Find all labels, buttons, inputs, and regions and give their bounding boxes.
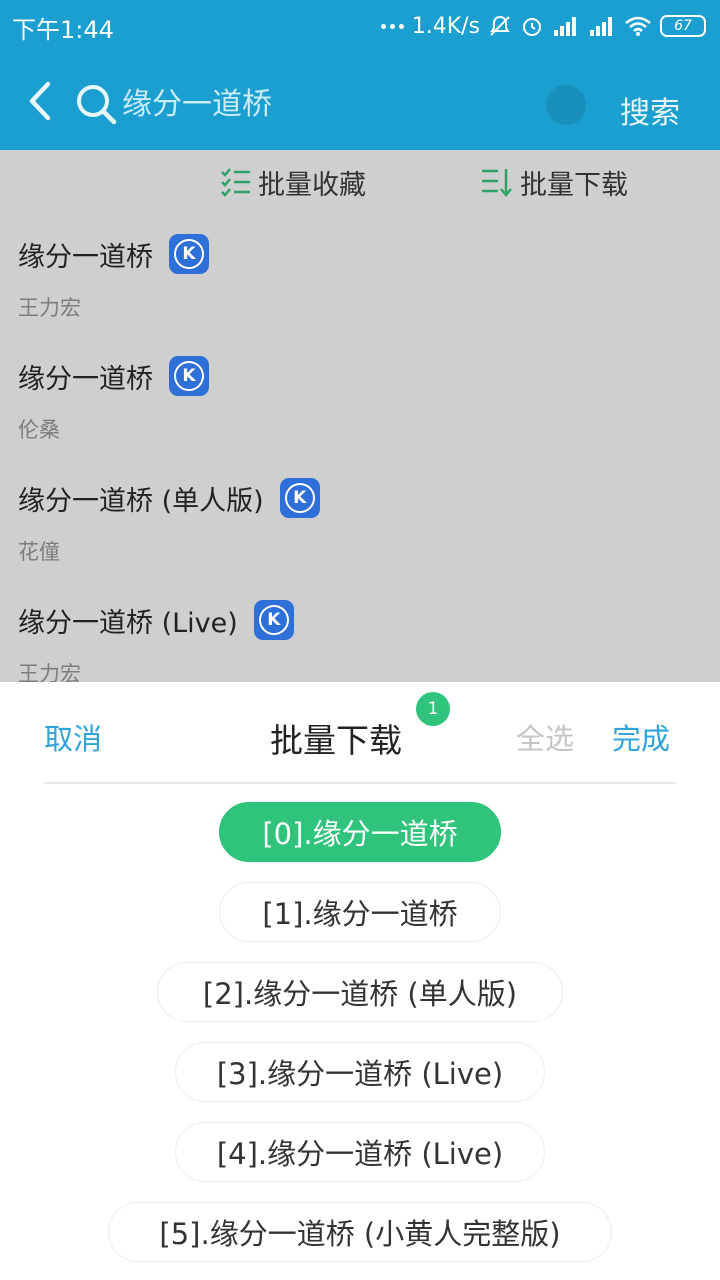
status-bar: 下午1:44 1.4K/s 67	[0, 0, 720, 52]
song-item[interactable]: 缘分一道桥 K 王力宏	[0, 216, 720, 338]
batch-favorite-label: 批量收藏	[258, 169, 366, 201]
song-title: 缘分一道桥	[18, 363, 153, 395]
done-button[interactable]: 完成	[612, 716, 670, 758]
clear-search-icon[interactable]	[546, 85, 586, 125]
search-button[interactable]: 搜索	[604, 88, 696, 131]
download-item-chip[interactable]: [0].缘分一道桥	[219, 802, 501, 862]
more-dots-icon	[380, 23, 404, 29]
song-title: 缘分一道桥 (Live)	[18, 607, 238, 639]
network-speed: 1.4K/s	[411, 13, 480, 39]
karaoke-k-icon[interactable]: K	[279, 478, 320, 518]
batch-download-sheet: 取消 批量下载 1 全选 完成 [0].缘分一道桥 [1].缘分一道桥 [2].…	[0, 682, 720, 1280]
song-title: 缘分一道桥 (单人版)	[18, 485, 264, 517]
song-artist: 花僮	[18, 540, 60, 564]
status-icons: 1.4K/s 67	[380, 10, 706, 42]
list-download-icon	[482, 169, 512, 197]
batch-toolbar: 批量收藏 批量下载	[0, 150, 720, 216]
checklist-icon	[221, 168, 250, 197]
download-item-chip[interactable]: [4].缘分一道桥 (Live)	[175, 1122, 545, 1182]
song-artist: 伦桑	[18, 418, 60, 442]
alarm-icon	[523, 18, 541, 36]
selected-count-badge: 1	[416, 692, 450, 726]
batch-favorite-button[interactable]: 批量收藏	[220, 164, 366, 201]
song-item[interactable]: 缘分一道桥 K 伦桑	[0, 338, 720, 460]
song-item[interactable]: 缘分一道桥 (单人版) K 花僮	[0, 460, 720, 582]
sheet-title: 批量下载	[270, 721, 402, 760]
download-item-chip[interactable]: [2].缘分一道桥 (单人版)	[157, 962, 563, 1022]
karaoke-k-icon[interactable]: K	[169, 234, 209, 274]
status-time: 下午1:44	[12, 16, 114, 44]
mute-icon	[490, 15, 510, 36]
batch-download-label: 批量下载	[520, 169, 628, 201]
select-all-button[interactable]: 全选	[516, 716, 574, 758]
divider	[44, 782, 676, 784]
wifi-icon	[625, 16, 651, 36]
search-header: 搜索	[0, 52, 720, 150]
hd-signal-icon	[590, 17, 612, 36]
signal-icon	[554, 17, 576, 36]
download-item-chip[interactable]: [3].缘分一道桥 (Live)	[175, 1042, 545, 1102]
download-item-chip[interactable]: [1].缘分一道桥	[219, 882, 501, 942]
download-item-chip[interactable]: [5].缘分一道桥 (小黄人完整版)	[108, 1202, 612, 1262]
search-input[interactable]	[122, 76, 502, 126]
sheet-header: 取消 批量下载 1 全选 完成	[0, 682, 720, 782]
battery-icon: 67	[660, 15, 706, 37]
song-title: 缘分一道桥	[18, 241, 153, 273]
karaoke-k-icon[interactable]: K	[253, 600, 294, 640]
karaoke-k-icon[interactable]: K	[169, 356, 209, 396]
cancel-button[interactable]: 取消	[44, 716, 102, 758]
search-icon	[77, 85, 117, 125]
back-arrow-icon[interactable]	[22, 78, 56, 124]
song-artist: 王力宏	[18, 296, 81, 320]
batch-download-button[interactable]: 批量下载	[480, 164, 628, 201]
